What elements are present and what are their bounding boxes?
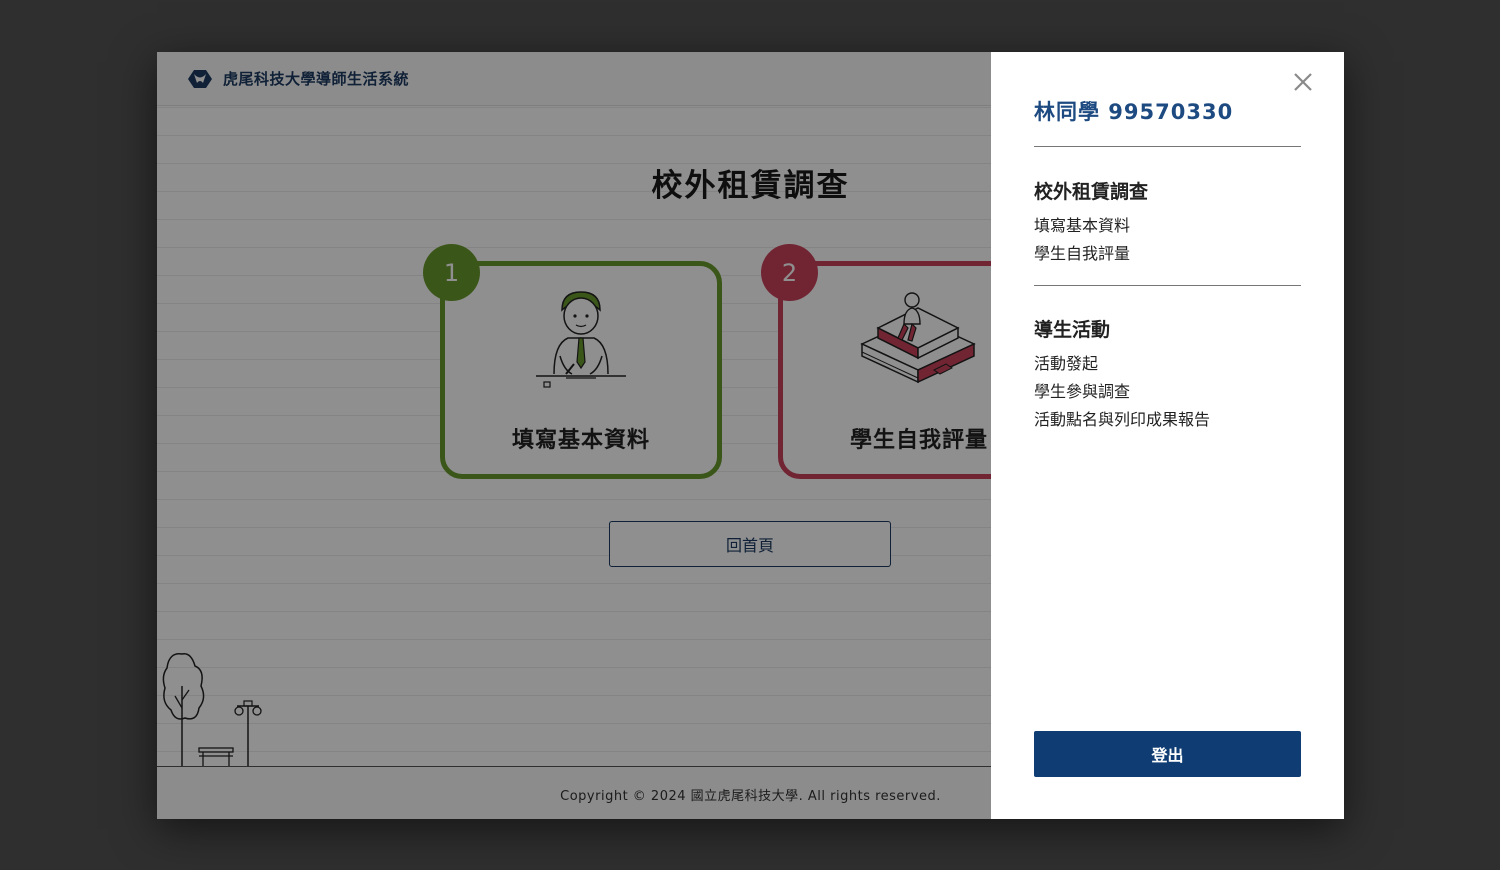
menu-item-activity-create[interactable]: 活動發起 [1034, 350, 1098, 374]
divider [1034, 146, 1301, 147]
app-window: 虎尾科技大學導師生活系統 校外租賃調查 1 填寫基本資料 2 學生自我評量 回首… [157, 52, 1344, 819]
close-icon[interactable] [1292, 71, 1314, 93]
side-drawer: 林同學 99570330 校外租賃調查 填寫基本資料 學生自我評量 導生活動 活… [991, 52, 1344, 819]
menu-item-self-assessment[interactable]: 學生自我評量 [1034, 240, 1130, 264]
section-title-activities: 導生活動 [1034, 319, 1111, 341]
menu-item-participation-survey[interactable]: 學生參與調查 [1034, 378, 1130, 402]
user-name: 林同學 99570330 [1034, 100, 1234, 124]
logout-button[interactable]: 登出 [1034, 731, 1301, 777]
modal-backdrop[interactable] [157, 52, 991, 819]
menu-item-attendance-report[interactable]: 活動點名與列印成果報告 [1034, 406, 1210, 430]
divider [1034, 285, 1301, 286]
section-title-rental-survey: 校外租賃調查 [1034, 181, 1149, 203]
menu-item-basic-info[interactable]: 填寫基本資料 [1034, 212, 1130, 236]
